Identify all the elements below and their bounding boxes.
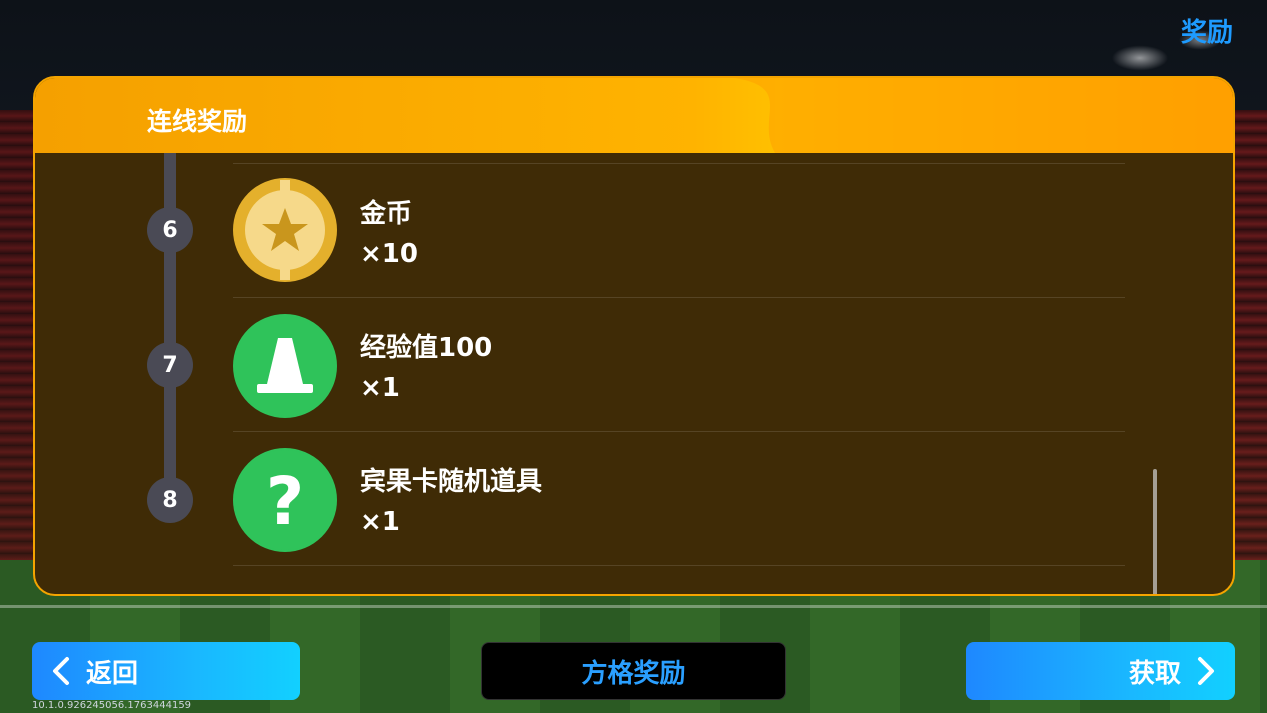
rewards-link[interactable]: 奖励 <box>1181 12 1233 49</box>
reward-name: 经验值100 <box>360 333 493 363</box>
reward-list[interactable]: 6 金币 ×10 7 经验值100 ×1 8 ? 宾果卡随机道具 ×1 <box>35 153 1233 594</box>
panel-header: 连线奖励 <box>35 78 1233 153</box>
chevron-right-icon <box>1198 657 1214 685</box>
chevron-left-icon <box>53 657 69 685</box>
panel-title: 连线奖励 <box>147 107 248 136</box>
question-mark-icon: ? <box>233 448 337 552</box>
step-number-badge: 8 <box>147 477 193 523</box>
back-button[interactable]: 返回 <box>32 642 300 700</box>
streak-reward-panel: 连线奖励 6 金币 ×10 7 经验值100 ×1 8 ? 宾果卡随机道具 ×1 <box>33 76 1235 596</box>
step-number-badge: 7 <box>147 342 193 388</box>
gold-star-coin-icon <box>233 178 337 282</box>
svg-text:?: ? <box>266 463 304 540</box>
scrollbar[interactable] <box>1153 469 1157 594</box>
get-button[interactable]: 获取 <box>966 642 1235 700</box>
reward-row: 8 ? 宾果卡随机道具 ×1 <box>35 431 1233 565</box>
reward-quantity: ×1 <box>360 507 400 537</box>
reward-quantity: ×1 <box>360 373 400 403</box>
reward-quantity: ×10 <box>360 239 418 269</box>
reward-name: 金币 <box>360 199 413 229</box>
grid-reward-button[interactable]: 方格奖励 <box>481 642 786 700</box>
pitch-line <box>0 605 1267 608</box>
version-text: 10.1.0.926245056.1763444159 <box>32 700 192 711</box>
get-button-label: 获取 <box>1128 658 1181 689</box>
reward-name: 宾果卡随机道具 <box>360 467 543 497</box>
training-cone-icon <box>233 314 337 418</box>
reward-row: 6 金币 ×10 <box>35 163 1233 297</box>
reward-row: 7 经验值100 ×1 <box>35 297 1233 431</box>
row-divider <box>233 565 1125 566</box>
grid-reward-label: 方格奖励 <box>581 658 686 689</box>
step-number-badge: 6 <box>147 207 193 253</box>
back-button-label: 返回 <box>86 658 139 689</box>
